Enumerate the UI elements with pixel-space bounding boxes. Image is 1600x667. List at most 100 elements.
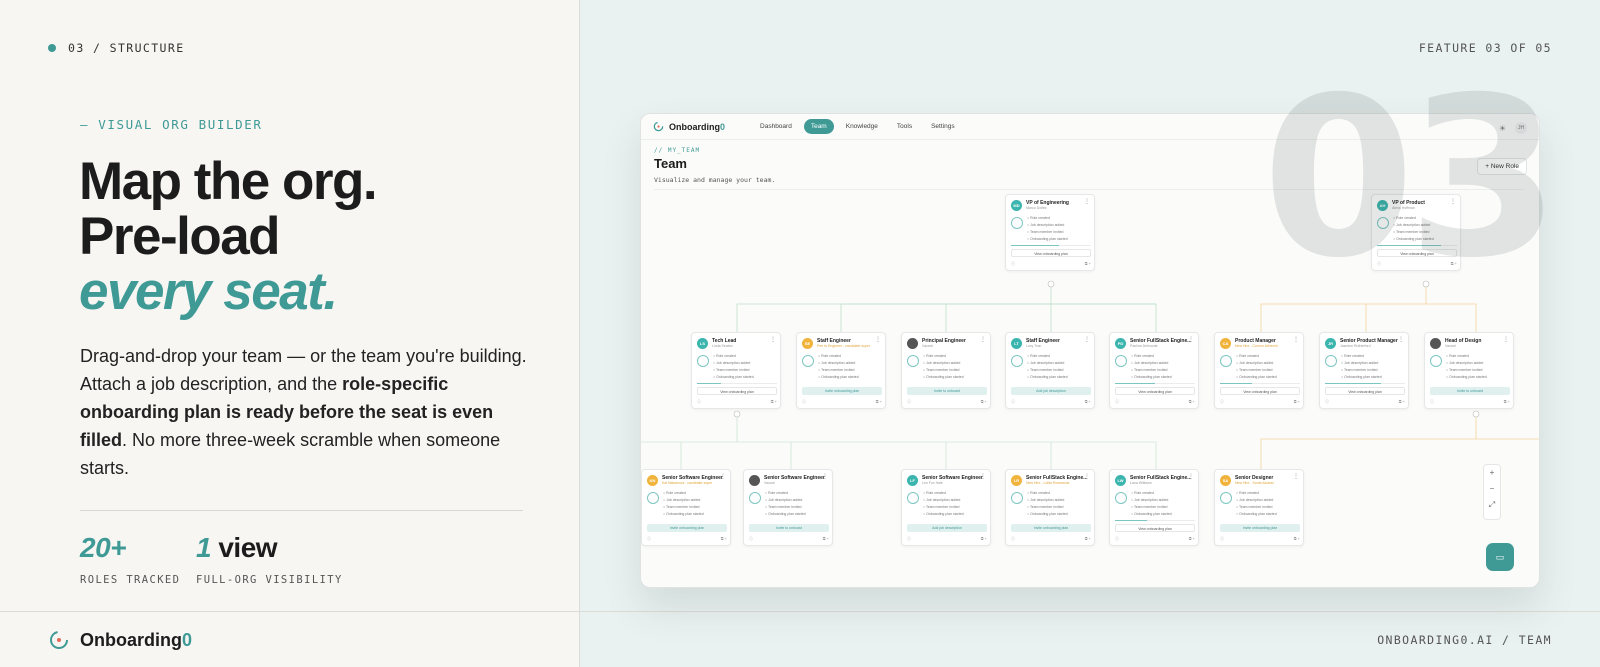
- org-card[interactable]: Senior Software Engineer Vacant ⋮ ○ Role cr…: [743, 469, 833, 546]
- org-card[interactable]: KN Senior Software Engineer Kai Nakamura -…: [641, 469, 731, 546]
- card-tools-icon[interactable]: ⧉ +: [1085, 399, 1091, 405]
- card-tools-icon[interactable]: ⧉ +: [1085, 536, 1091, 542]
- more-icon[interactable]: ⋮: [980, 473, 986, 480]
- more-icon[interactable]: ⋮: [1084, 473, 1090, 480]
- info-icon[interactable]: ⓘ: [802, 399, 806, 405]
- card-action-button[interactable]: Add job description: [907, 524, 987, 532]
- card-action-button[interactable]: View onboarding plan: [1220, 387, 1300, 395]
- card-action-button[interactable]: Invite onboarding plan: [1011, 524, 1091, 532]
- progress-ring: [802, 355, 814, 367]
- org-card[interactable]: PD Senior FullStack Engine... Paulina Delm…: [1109, 332, 1199, 409]
- info-icon[interactable]: ⓘ: [697, 399, 701, 405]
- card-action-button[interactable]: Invite onboarding plan: [802, 387, 882, 395]
- card-action-button[interactable]: View onboarding plan: [697, 387, 777, 395]
- checklist-item: ○ Onboarding plan started: [1236, 512, 1277, 516]
- org-card[interactable]: SE Staff Engineer Pee to Engineer - candid…: [796, 332, 886, 409]
- info-icon[interactable]: ⓘ: [1430, 399, 1434, 405]
- card-tools-icon[interactable]: ⧉ +: [1085, 261, 1091, 267]
- card-action-button[interactable]: View onboarding plan: [1115, 387, 1195, 395]
- more-icon[interactable]: ⋮: [1188, 336, 1194, 343]
- card-tools-icon[interactable]: ⧉ +: [1189, 399, 1195, 405]
- org-card[interactable]: LR Senior FullStack Engine... New Hire - L…: [1005, 469, 1095, 546]
- more-icon[interactable]: ⋮: [875, 336, 881, 343]
- card-footer: ⓘ ⧉ +: [1011, 399, 1091, 405]
- more-icon[interactable]: ⋮: [1293, 473, 1299, 480]
- more-icon[interactable]: ⋮: [1293, 336, 1299, 343]
- card-tools-icon[interactable]: ⧉ +: [721, 536, 727, 542]
- checklist-item: ○ Team member invited: [765, 505, 802, 509]
- card-tools-icon[interactable]: ⧉ +: [981, 399, 987, 405]
- chat-button[interactable]: ▭: [1486, 543, 1514, 571]
- info-icon[interactable]: ⓘ: [1220, 399, 1224, 405]
- info-icon[interactable]: ⓘ: [1220, 536, 1224, 542]
- more-icon[interactable]: ⋮: [1503, 336, 1509, 343]
- card-tools-icon[interactable]: ⧉ +: [1451, 261, 1457, 267]
- card-action-button[interactable]: View onboarding plan: [1011, 249, 1091, 257]
- info-icon[interactable]: ⓘ: [1377, 261, 1381, 267]
- more-icon[interactable]: ⋮: [822, 473, 828, 480]
- brand-name: Onboarding0: [80, 630, 192, 651]
- info-icon[interactable]: ⓘ: [1325, 399, 1329, 405]
- more-icon[interactable]: ⋮: [1450, 198, 1456, 205]
- card-action-button[interactable]: Invite to onboard: [1430, 387, 1510, 395]
- checklist-item: ○ Onboarding plan started: [1393, 237, 1434, 241]
- card-action-button[interactable]: Invite onboarding plan: [1220, 524, 1300, 532]
- connector-head-design: [1260, 414, 1539, 469]
- org-card[interactable]: SA Senior Designer New Hire - Sonia Alcara…: [1214, 469, 1304, 546]
- more-icon[interactable]: ⋮: [1188, 473, 1194, 480]
- checklist-item: ○ Team member invited: [1341, 368, 1378, 372]
- more-icon[interactable]: ⋮: [980, 336, 986, 343]
- card-action-button[interactable]: Invite to onboard: [907, 387, 987, 395]
- info-icon[interactable]: ⓘ: [907, 536, 911, 542]
- zoom-out-button[interactable]: −: [1484, 481, 1500, 497]
- org-card[interactable]: JR Senior Product Manager Jasmine Rutherfo…: [1319, 332, 1409, 409]
- info-icon[interactable]: ⓘ: [749, 536, 753, 542]
- card-tools-icon[interactable]: ⧉ +: [1504, 399, 1510, 405]
- checklist: ○ Role created ○ Job description added ○ T…: [1027, 216, 1068, 244]
- connector-vp-prod: [1260, 284, 1477, 334]
- org-card[interactable]: LF Senior Software Engineer Leo Fox Hale ⋮ ○…: [901, 469, 991, 546]
- org-card[interactable]: LT Staff Engineer Lucy Tran ⋮ ○ Role created…: [1005, 332, 1095, 409]
- info-icon[interactable]: ⓘ: [1011, 536, 1015, 542]
- card-tools-icon[interactable]: ⧉ +: [1189, 536, 1195, 542]
- card-tools-icon[interactable]: ⧉ +: [771, 399, 777, 405]
- more-icon[interactable]: ⋮: [720, 473, 726, 480]
- fit-view-icon[interactable]: ⤢: [1484, 497, 1500, 513]
- card-action-button[interactable]: View onboarding plan: [1325, 387, 1405, 395]
- card-tools-icon[interactable]: ⧉ +: [876, 399, 882, 405]
- info-icon[interactable]: ⓘ: [1011, 399, 1015, 405]
- card-action-button[interactable]: View onboarding plan: [1377, 249, 1457, 257]
- checklist: ○ Role created ○ Job description added ○ T…: [1131, 354, 1172, 382]
- card-tools-icon[interactable]: ⧉ +: [981, 536, 987, 542]
- more-icon[interactable]: ⋮: [770, 336, 776, 343]
- more-icon[interactable]: ⋮: [1398, 336, 1404, 343]
- card-action-button[interactable]: Invite to onboard: [749, 524, 829, 532]
- brand[interactable]: Onboarding0: [48, 629, 192, 651]
- checklist: ○ Role created ○ Job description added ○ T…: [1131, 491, 1172, 519]
- checklist-item: ○ Role created: [923, 354, 946, 358]
- more-icon[interactable]: ⋮: [1084, 198, 1090, 205]
- info-icon[interactable]: ⓘ: [1115, 399, 1119, 405]
- org-card[interactable]: Principal Engineer Vacant ⋮ ○ Role created ○…: [901, 332, 991, 409]
- footer-url[interactable]: ONBOARDING0.AI / TEAM: [1377, 633, 1552, 647]
- more-icon[interactable]: ⋮: [1084, 336, 1090, 343]
- card-tools-icon[interactable]: ⧉ +: [1399, 399, 1405, 405]
- card-tools-icon[interactable]: ⧉ +: [1294, 536, 1300, 542]
- card-action-button[interactable]: Invite onboarding plan: [647, 524, 727, 532]
- org-card[interactable]: CA Product Manager New Hire - Connor Albre…: [1214, 332, 1304, 409]
- org-card[interactable]: LS Tech Lead Linda Seaton ⋮ ○ Role created ○ …: [691, 332, 781, 409]
- zoom-in-button[interactable]: +: [1484, 465, 1500, 481]
- info-icon[interactable]: ⓘ: [1115, 536, 1119, 542]
- card-footer: ⓘ ⧉ +: [907, 399, 987, 405]
- info-icon[interactable]: ⓘ: [1011, 261, 1015, 267]
- card-action-button[interactable]: Add job description: [1011, 387, 1091, 395]
- info-icon[interactable]: ⓘ: [907, 399, 911, 405]
- card-tools-icon[interactable]: ⧉ +: [823, 536, 829, 542]
- card-tools-icon[interactable]: ⧉ +: [1294, 399, 1300, 405]
- org-card[interactable]: Head of Design Vacant ⋮ ○ Role created ○ Job…: [1424, 332, 1514, 409]
- card-action-button[interactable]: View onboarding plan: [1115, 524, 1195, 532]
- org-card[interactable]: LW Senior FullStack Engine... Lana William…: [1109, 469, 1199, 546]
- org-card[interactable]: AH VP of Product Alexa Hoffman ⋮ ○ Role crea…: [1371, 194, 1461, 271]
- info-icon[interactable]: ⓘ: [647, 536, 651, 542]
- org-card[interactable]: MD VP of Engineering Marco Dolles ⋮ ○ Role c…: [1005, 194, 1095, 271]
